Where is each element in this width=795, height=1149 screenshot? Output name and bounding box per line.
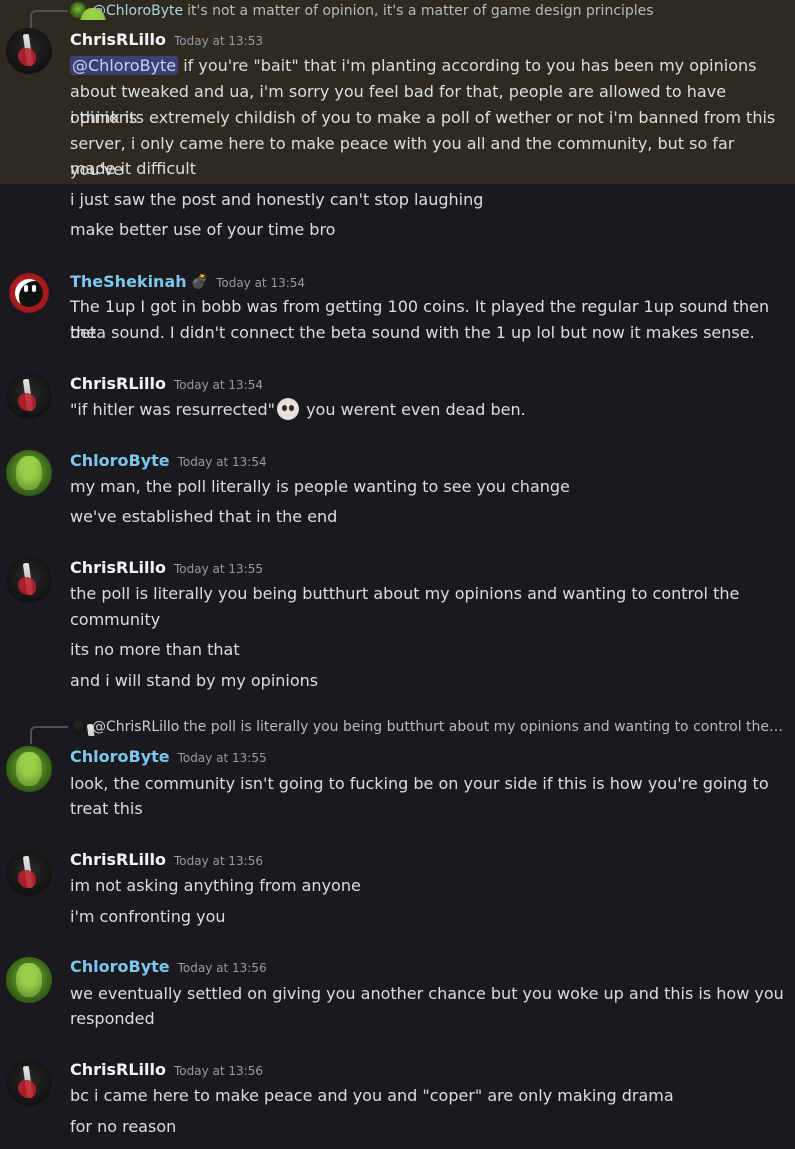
message-line: look, the community isn't going to fucki… xyxy=(70,774,769,793)
username[interactable]: ChrisRLillo xyxy=(70,374,166,393)
message-text: make better use of your time bro xyxy=(70,220,336,239)
username[interactable]: TheShekinah xyxy=(70,272,187,291)
message-text: and i will stand by my opinions xyxy=(70,671,319,690)
message-line: treat this xyxy=(70,799,143,818)
message-text: if you're "bait" that i'm planting accor… xyxy=(178,56,757,75)
timestamp: Today at 13:56 xyxy=(174,854,263,868)
mention[interactable]: @ChloroByte xyxy=(70,56,179,75)
message-line: @ChloroByte if you're "bait" that i'm pl… xyxy=(70,53,785,79)
message-header: ChrisRLillo Today at 13:53 xyxy=(70,29,263,51)
message-text: my man, the poll literally is people wan… xyxy=(70,477,570,496)
message-header: ChloroByte Today at 13:55 xyxy=(70,746,267,768)
message-line: the poll is literally you being butthurt… xyxy=(70,584,740,603)
username[interactable]: ChrisRLillo xyxy=(70,558,166,577)
timestamp: Today at 13:56 xyxy=(174,1064,263,1078)
message-header: ChrisRLillo Today at 13:56 xyxy=(70,1059,263,1081)
message-line: made it difficult xyxy=(70,159,197,178)
message-text: bc i came here to make peace and you and… xyxy=(70,1086,674,1105)
timestamp: Today at 13:54 xyxy=(174,378,263,392)
message-text: you werent even dead ben. xyxy=(301,400,526,419)
avatar[interactable] xyxy=(6,450,52,496)
avatar[interactable] xyxy=(6,270,52,316)
message-text: we've established that in the end xyxy=(70,507,338,526)
reply-username[interactable]: @ChrisRLillo xyxy=(92,719,179,735)
reply-spine xyxy=(30,726,68,744)
message-header: ChloroByte Today at 13:56 xyxy=(70,956,267,978)
message-group-highlighted: @ChloroByte it's not a matter of opinion,… xyxy=(0,0,795,184)
message-line: responded xyxy=(70,1009,155,1028)
username[interactable]: ChrisRLillo xyxy=(70,1060,166,1079)
avatar[interactable] xyxy=(6,373,52,419)
timestamp: Today at 13:54 xyxy=(216,276,306,290)
reply-preview[interactable]: @ChrisRLillo the poll is literally you be… xyxy=(70,718,785,736)
message-header: ChrisRLillo Today at 13:56 xyxy=(70,849,263,871)
reply-preview[interactable]: @ChloroByte it's not a matter of opinion,… xyxy=(70,2,785,20)
avatar[interactable] xyxy=(6,850,52,896)
message-header: TheShekinah 💣 Today at 13:54 xyxy=(70,271,305,293)
timestamp: Today at 13:54 xyxy=(177,455,267,469)
reply-username[interactable]: @ChloroByte xyxy=(92,3,183,19)
message-text: "if hitler was resurrected" xyxy=(70,400,275,419)
message-text: i just saw the post and honestly can't s… xyxy=(70,190,484,209)
message-text: its no more than that xyxy=(70,640,240,659)
reply-spine xyxy=(30,10,68,28)
message-text: im not asking anything from anyone xyxy=(70,876,361,895)
skull-icon xyxy=(277,398,299,420)
avatar[interactable] xyxy=(6,1060,52,1106)
username[interactable]: ChrisRLillo xyxy=(70,30,166,49)
chat-log: @ChloroByte it's not a matter of opinion,… xyxy=(0,0,795,1149)
message-line: beta sound. I didn't connect the beta so… xyxy=(70,323,755,342)
avatar[interactable] xyxy=(6,957,52,1003)
username[interactable]: ChloroByte xyxy=(70,451,170,470)
message-header: ChloroByte Today at 13:54 xyxy=(70,450,267,472)
username[interactable]: ChrisRLillo xyxy=(70,850,166,869)
avatar[interactable] xyxy=(6,746,52,792)
message-text: for no reason xyxy=(70,1117,177,1136)
reply-text: the poll is literally you being butthurt… xyxy=(183,719,785,735)
message-line: "if hitler was resurrected" you werent e… xyxy=(70,397,785,423)
timestamp: Today at 13:56 xyxy=(177,961,267,975)
message-line: community xyxy=(70,610,161,629)
bomb-icon: 💣 xyxy=(190,274,209,290)
reply-avatar xyxy=(70,718,86,734)
message-line: we eventually settled on giving you anot… xyxy=(70,984,784,1003)
username[interactable]: ChloroByte xyxy=(70,747,170,766)
username[interactable]: ChloroByte xyxy=(70,957,170,976)
message-text: i'm confronting you xyxy=(70,907,226,926)
timestamp: Today at 13:53 xyxy=(174,34,263,48)
avatar[interactable] xyxy=(6,557,52,603)
reply-text: it's not a matter of opinion, it's a mat… xyxy=(187,3,654,19)
timestamp: Today at 13:55 xyxy=(177,751,267,765)
message-group-reply: @ChrisRLillo the poll is literally you be… xyxy=(0,716,795,826)
reply-avatar xyxy=(70,2,106,20)
timestamp: Today at 13:55 xyxy=(174,562,263,576)
message-header: ChrisRLillo Today at 13:55 xyxy=(70,557,263,579)
message-line: i think its extremely childish of you to… xyxy=(70,108,776,127)
message-header: ChrisRLillo Today at 13:54 xyxy=(70,373,263,395)
avatar[interactable] xyxy=(6,28,52,74)
